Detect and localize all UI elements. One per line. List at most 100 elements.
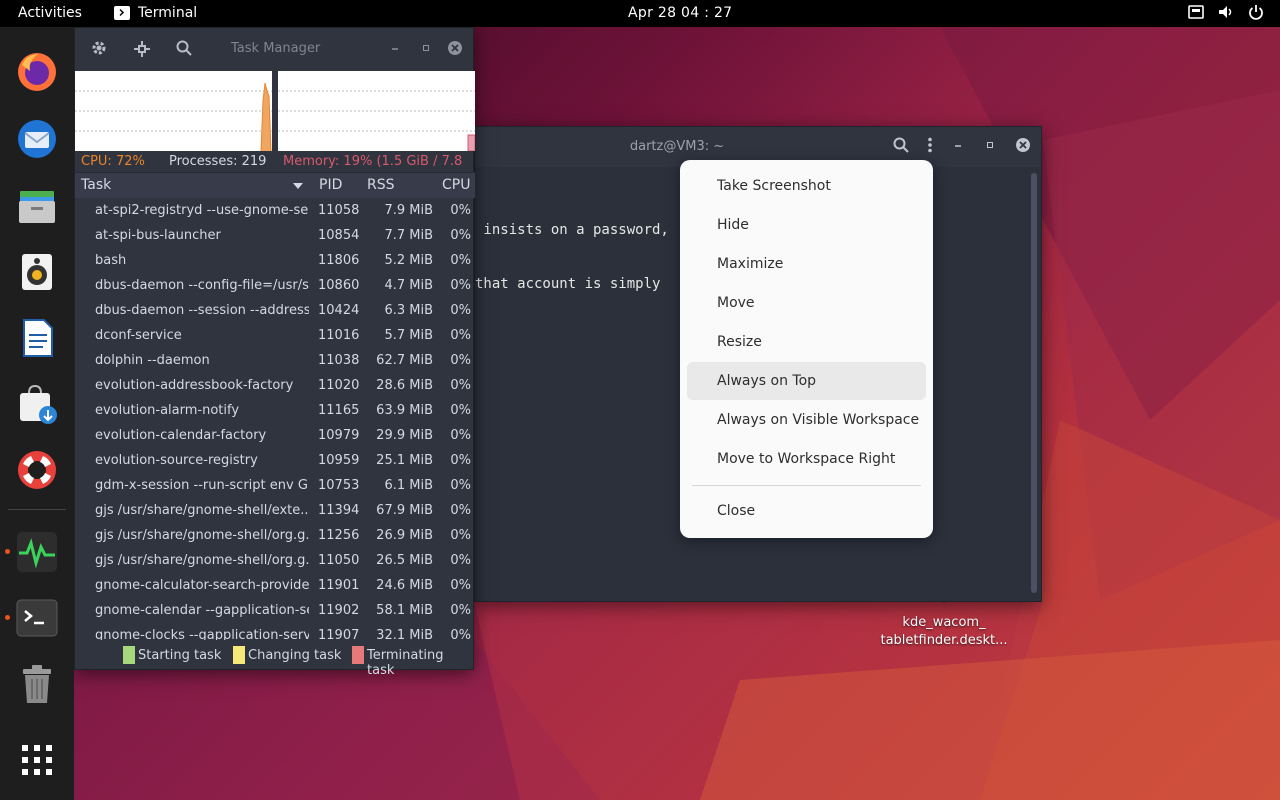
table-row[interactable]: dbus-daemon --session --address... 10424 6… <box>75 298 475 323</box>
terminal-output[interactable]: insists on a password, that account is s… <box>475 185 669 329</box>
column-rss[interactable]: RSS <box>367 177 395 193</box>
task-name: evolution-alarm-notify <box>95 403 240 418</box>
table-row[interactable]: evolution-source-registry 10959 25.1 MiB 0% <box>75 448 475 473</box>
table-row[interactable]: evolution-alarm-notify 11165 63.9 MiB 0% <box>75 398 475 423</box>
task-name: at-spi-bus-launcher <box>95 228 221 243</box>
task-pid: 10979 <box>318 428 360 443</box>
table-row[interactable]: dconf-service 11016 5.7 MiB 0% <box>75 323 475 348</box>
table-row[interactable]: gjs /usr/share/gnome-shell/org.g... 11256… <box>75 523 475 548</box>
table-row[interactable]: gnome-clocks --gapplication-servi... 1190… <box>75 623 475 640</box>
minimize-icon[interactable] <box>951 138 965 152</box>
power-icon <box>1249 5 1263 20</box>
terminal-scrollbar[interactable] <box>1031 173 1037 593</box>
system-tray[interactable] <box>1188 4 1264 20</box>
cpu-graph <box>75 71 272 152</box>
desktop-file-label-2: tabletfinder.deskt... <box>880 633 1008 648</box>
column-task[interactable]: Task <box>81 177 111 193</box>
kebab-menu-icon[interactable] <box>927 137 933 153</box>
table-row[interactable]: gnome-calculator-search-provider 11901 24.… <box>75 573 475 598</box>
menu-item-label: Take Screenshot <box>717 178 831 194</box>
table-row[interactable]: gdm-x-session --run-script env G... 10753… <box>75 473 475 498</box>
top-bar: Activities Terminal Apr 28 04 : 27 <box>0 0 1280 27</box>
thunderbird-icon[interactable] <box>16 118 58 160</box>
show-apps-icon[interactable] <box>16 739 58 781</box>
table-row[interactable]: evolution-calendar-factory 10979 29.9 MiB 0… <box>75 423 475 448</box>
close-icon[interactable] <box>447 40 463 56</box>
task-pid: 11058 <box>318 203 360 218</box>
table-row[interactable]: dolphin --daemon 11038 62.7 MiB 0% <box>75 348 475 373</box>
task-pid: 11907 <box>318 628 360 640</box>
rhythmbox-icon[interactable] <box>16 251 58 293</box>
task-rss: 25.1 MiB <box>376 453 433 468</box>
task-rss: 5.2 MiB <box>384 253 433 268</box>
task-cpu: 0% <box>450 403 471 418</box>
table-row[interactable]: at-spi2-registryd --use-gnome-se... 11058… <box>75 198 475 223</box>
terminal-line: that account is simply <box>475 276 661 292</box>
task-pid: 11016 <box>318 328 360 343</box>
search-icon[interactable] <box>893 137 909 153</box>
table-row[interactable]: gjs /usr/share/gnome-shell/exte... 11394 6… <box>75 498 475 523</box>
gear-icon[interactable] <box>91 40 107 56</box>
memory-usage: Memory: 19% (1.5 GiB / 7.8 <box>283 154 463 169</box>
network-icon <box>1188 5 1204 19</box>
task-name: gnome-calendar --gapplication-se... <box>95 603 309 618</box>
menu-item-label: Hide <box>717 217 749 233</box>
libreoffice-writer-icon[interactable] <box>16 317 58 359</box>
task-cpu: 0% <box>450 603 471 618</box>
memory-graph <box>278 71 476 152</box>
task-pid: 11902 <box>318 603 360 618</box>
activities-button[interactable]: Activities <box>18 5 82 21</box>
column-cpu[interactable]: CPU <box>442 177 470 193</box>
software-store-icon[interactable] <box>16 383 58 425</box>
firefox-icon[interactable] <box>16 51 58 93</box>
menu-item-move[interactable]: Move <box>687 284 926 322</box>
task-rss: 58.1 MiB <box>376 603 433 618</box>
app-menu[interactable]: Terminal <box>114 5 197 21</box>
clock[interactable]: Apr 28 04 : 27 <box>628 5 732 21</box>
sort-down-icon[interactable] <box>293 183 303 189</box>
trash-icon[interactable] <box>16 663 58 705</box>
terminal-icon[interactable] <box>16 597 58 639</box>
table-row[interactable]: bash 11806 5.2 MiB 0% <box>75 248 475 273</box>
task-manager-window[interactable]: Task Manager CPU: 72% Processes: 219 Mem… <box>74 27 476 678</box>
task-cpu: 0% <box>450 328 471 343</box>
table-row[interactable]: gnome-calendar --gapplication-se... 11902… <box>75 598 475 623</box>
files-icon[interactable] <box>16 185 58 227</box>
table-row[interactable]: gjs /usr/share/gnome-shell/org.g... 11050… <box>75 548 475 573</box>
task-pid: 11165 <box>318 403 360 418</box>
menu-item-move-to-workspace-right[interactable]: Move to Workspace Right <box>687 440 926 478</box>
column-pid[interactable]: PID <box>319 177 342 193</box>
task-name: at-spi2-registryd --use-gnome-se... <box>95 203 309 218</box>
task-pid: 10854 <box>318 228 360 243</box>
menu-item-maximize[interactable]: Maximize <box>687 245 926 283</box>
task-rss: 62.7 MiB <box>376 353 433 368</box>
task-rss: 24.6 MiB <box>376 578 433 593</box>
task-list[interactable]: at-spi2-registryd --use-gnome-se... 11058… <box>75 198 475 640</box>
table-row[interactable]: evolution-addressbook-factory 11020 28.6 M… <box>75 373 475 398</box>
close-icon[interactable] <box>1015 137 1031 153</box>
task-manager-header[interactable]: Task Manager <box>75 28 473 70</box>
table-row[interactable]: dbus-daemon --config-file=/usr/s... 10860… <box>75 273 475 298</box>
table-row[interactable]: at-spi-bus-launcher 10854 7.7 MiB 0% <box>75 223 475 248</box>
help-icon[interactable] <box>16 449 58 491</box>
search-icon[interactable] <box>176 40 192 56</box>
task-cpu: 0% <box>450 253 471 268</box>
task-rss: 4.7 MiB <box>384 278 433 293</box>
task-cpu: 0% <box>450 353 471 368</box>
crosshair-icon[interactable] <box>133 40 151 58</box>
legend-swatch-starting <box>123 646 135 664</box>
task-rss: 5.7 MiB <box>384 328 433 343</box>
task-name: gnome-calculator-search-provider <box>95 578 309 593</box>
menu-item-take-screenshot[interactable]: Take Screenshot <box>687 167 926 205</box>
menu-item-close[interactable]: Close <box>687 492 926 530</box>
menu-item-always-on-visible-workspace[interactable]: Always on Visible Workspace <box>687 401 926 439</box>
system-monitor-icon[interactable] <box>16 531 58 573</box>
menu-item-resize[interactable]: Resize <box>687 323 926 361</box>
minimize-icon[interactable] <box>389 42 401 54</box>
maximize-icon[interactable] <box>420 42 432 54</box>
terminal-line: insists on a password, <box>475 222 669 238</box>
menu-item-hide[interactable]: Hide <box>687 206 926 244</box>
legend-label-starting: Starting task <box>138 648 222 663</box>
menu-item-always-on-top[interactable]: Always on Top <box>687 362 926 400</box>
maximize-icon[interactable] <box>983 138 997 152</box>
